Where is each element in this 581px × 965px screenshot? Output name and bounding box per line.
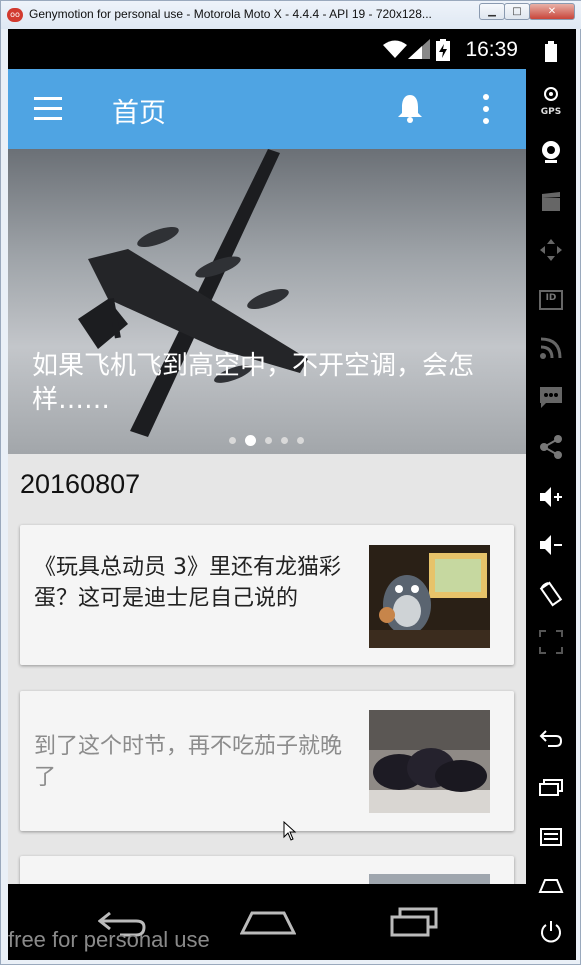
maximize-button[interactable]: □: [504, 3, 530, 20]
home-icon[interactable]: [240, 907, 296, 937]
sms-icon[interactable]: [538, 384, 564, 410]
volume-up-icon[interactable]: [538, 484, 564, 510]
rss-icon[interactable]: [538, 335, 564, 361]
clapperboard-icon[interactable]: [538, 189, 564, 215]
gps-label: GPS: [540, 107, 562, 117]
rotate-icon[interactable]: [538, 581, 564, 607]
carousel-dot: [297, 437, 304, 444]
power-icon[interactable]: [538, 919, 564, 945]
carousel-dot: [281, 437, 288, 444]
window-titlebar[interactable]: oo Genymotion for personal use - Motorol…: [1, 1, 581, 29]
hamburger-menu-icon[interactable]: [32, 95, 64, 123]
carousel-indicator: [229, 430, 313, 449]
back-key-icon[interactable]: [538, 725, 564, 751]
carousel-dot: [265, 437, 272, 444]
gps-widget-icon[interactable]: GPS: [538, 87, 564, 117]
story-card[interactable]: [20, 856, 514, 884]
feed-date: 20160807: [20, 469, 141, 499]
wifi-icon: [383, 40, 407, 58]
dpad-icon[interactable]: [538, 237, 564, 263]
volume-down-icon[interactable]: [538, 532, 564, 558]
banner-caption: 如果飞机飞到高空中，不开空调，会怎样……: [32, 351, 475, 415]
signal-icon: [408, 39, 430, 59]
recent-apps-key-icon[interactable]: [538, 774, 564, 800]
pixel-perfect-icon[interactable]: [538, 629, 564, 655]
page-title: 首页: [112, 98, 166, 129]
watermark-text: free for personal use: [8, 927, 210, 952]
mouse-cursor-icon: [283, 821, 297, 841]
battery-widget-icon[interactable]: [538, 39, 564, 65]
bell-icon[interactable]: [396, 93, 424, 125]
menu-key-icon[interactable]: [538, 824, 564, 850]
genymotion-logo-icon: oo: [7, 8, 23, 22]
story-thumbnail: [369, 874, 490, 884]
story-title: 到了这个时节，再不吃茄子就晚了: [34, 734, 343, 790]
overflow-dots-icon[interactable]: [480, 93, 492, 125]
headline-banner[interactable]: 如果飞机飞到高空中，不开空调，会怎样……: [8, 149, 526, 454]
story-thumbnail: [369, 545, 490, 648]
share-icon[interactable]: [538, 434, 564, 460]
device-id-icon[interactable]: ID: [538, 287, 564, 313]
story-title: 《玩具总动员 3》里还有龙猫彩蛋？这可是迪士尼自己说的: [34, 555, 341, 611]
status-bar: 16:39: [8, 29, 526, 69]
minimize-button[interactable]: ▁: [479, 3, 505, 20]
window-title: Genymotion for personal use - Motorola M…: [29, 7, 432, 21]
app-screen: 首页 如果飞机飞到高空中，不开空调，会怎样…… 20160807 《玩具总动员 …: [8, 69, 526, 884]
recent-apps-icon[interactable]: [388, 907, 440, 937]
story-thumbnail: [369, 710, 490, 813]
carousel-dot-active: [245, 435, 256, 446]
home-key-icon[interactable]: [538, 872, 564, 898]
emulator-sidebar: GPS ID: [526, 29, 576, 960]
app-toolbar: 首页: [8, 69, 526, 149]
webcam-icon[interactable]: [538, 139, 564, 165]
device-id-label: ID: [545, 293, 557, 303]
carousel-dot: [229, 437, 236, 444]
battery-icon: [436, 39, 450, 61]
story-card[interactable]: 《玩具总动员 3》里还有龙猫彩蛋？这可是迪士尼自己说的: [20, 525, 514, 665]
story-card[interactable]: 到了这个时节，再不吃茄子就晚了: [20, 691, 514, 831]
close-window-button[interactable]: ✕: [529, 3, 575, 20]
emulator-window: oo Genymotion for personal use - Motorol…: [0, 0, 581, 965]
status-time: 16:39: [465, 38, 518, 61]
